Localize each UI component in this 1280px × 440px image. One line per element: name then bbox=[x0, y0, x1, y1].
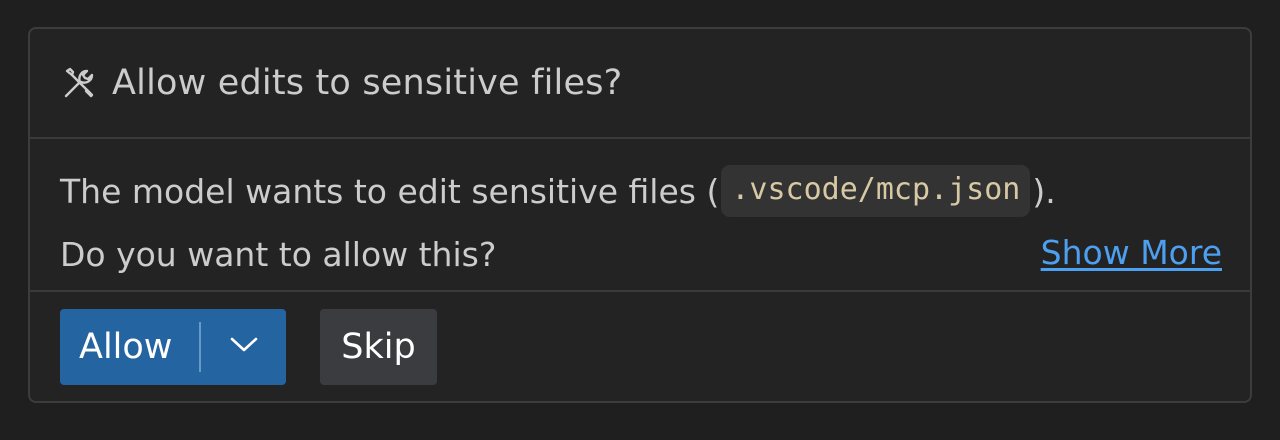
show-more-link[interactable]: Show More bbox=[1041, 233, 1222, 272]
confirmation-panel: Allow edits to sensitive files? The mode… bbox=[28, 27, 1252, 403]
file-path-code: .vscode/mcp.json bbox=[721, 165, 1031, 217]
dialog-body: The model wants to edit sensitive files … bbox=[30, 139, 1250, 292]
allow-button-label: Allow bbox=[79, 327, 173, 367]
skip-button[interactable]: Skip bbox=[320, 309, 437, 385]
chevron-down-icon bbox=[228, 335, 260, 359]
dialog-actions: Allow Skip bbox=[30, 292, 1250, 401]
dialog-question: Do you want to allow this? bbox=[60, 235, 497, 274]
message-suffix: ). bbox=[1032, 171, 1056, 211]
tools-icon bbox=[60, 64, 98, 102]
message-prefix: The model wants to edit sensitive files … bbox=[60, 171, 720, 211]
dialog-title: Allow edits to sensitive files? bbox=[112, 63, 623, 103]
allow-button-separator bbox=[199, 322, 201, 372]
allow-button[interactable]: Allow bbox=[60, 309, 286, 385]
allow-options-dropdown[interactable] bbox=[201, 309, 286, 385]
dialog-message: The model wants to edit sensitive files … bbox=[60, 165, 1056, 217]
panel-header: Allow edits to sensitive files? bbox=[30, 29, 1250, 139]
